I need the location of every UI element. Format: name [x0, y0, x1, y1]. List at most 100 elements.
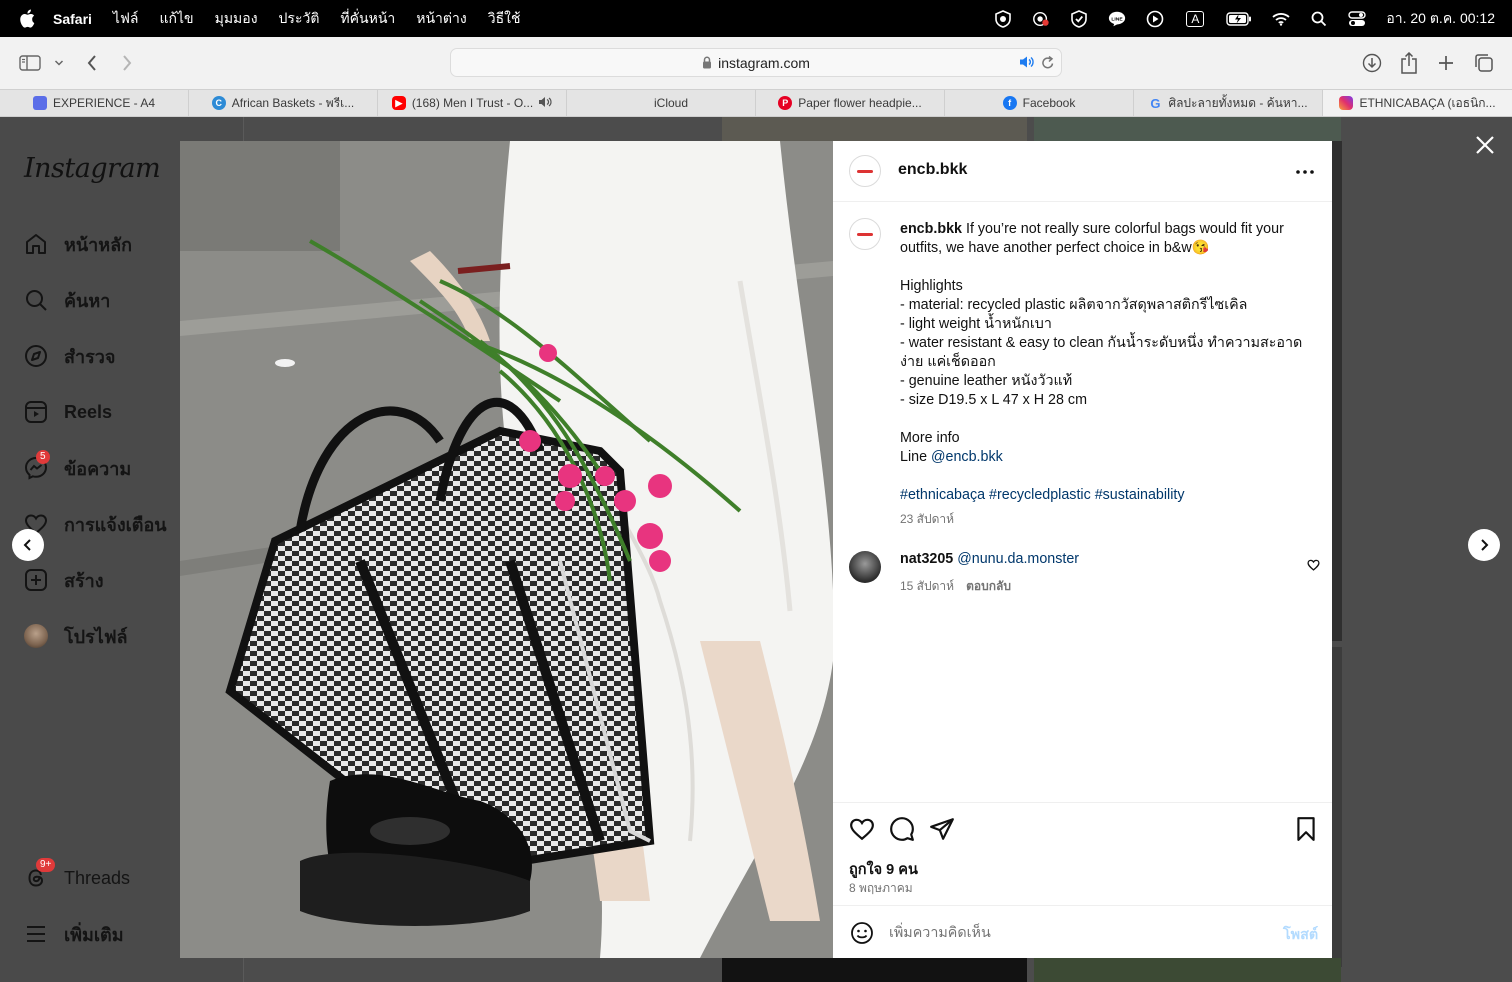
plus-square-icon [24, 568, 48, 592]
apple-menu-icon[interactable] [19, 9, 37, 28]
downloads-icon[interactable] [1360, 51, 1384, 75]
address-bar[interactable]: instagram.com [450, 48, 1062, 77]
menu-view[interactable]: มุมมอง [215, 8, 258, 30]
feed-thumbnail [1034, 958, 1341, 982]
caption-timestamp[interactable]: 23 สัปดาห์ [900, 510, 954, 529]
c-icon: C [211, 96, 226, 110]
menu-window[interactable]: หน้าต่าง [416, 8, 466, 30]
close-icon[interactable] [1473, 133, 1497, 157]
url-text: instagram.com [718, 54, 810, 71]
post-date[interactable]: 8 พฤษภาคม [849, 879, 913, 898]
control-center-icon[interactable] [1348, 10, 1367, 28]
sidebar-item-label: การแจ้งเตือน [64, 514, 167, 535]
tab-google[interactable]: G ศิลปะลายทั้งหมด - ค้นหา... [1134, 90, 1323, 116]
comment-like-icon[interactable] [1306, 558, 1320, 572]
sidebar-item-label: หน้าหลัก [64, 234, 133, 255]
battery-icon[interactable] [1226, 10, 1252, 28]
apple-icon [634, 96, 648, 110]
chevron-down-icon[interactable] [47, 51, 71, 75]
likes-count[interactable]: ถูกใจ 9 คน [849, 858, 918, 881]
threads-icon: 9+ [24, 858, 56, 890]
emoji-icon[interactable] [849, 920, 875, 946]
comment-input[interactable] [889, 920, 1269, 946]
instagram-logo[interactable]: Instagram [24, 153, 161, 184]
bookmark-icon[interactable] [1293, 816, 1319, 842]
sidebar-item-explore[interactable]: สำรวจ [24, 341, 115, 371]
play-circle-icon[interactable] [1146, 10, 1164, 28]
input-source-icon[interactable]: A [1184, 10, 1206, 28]
commenter-avatar[interactable] [849, 551, 881, 583]
menu-icon [24, 922, 48, 946]
share-post-icon[interactable] [929, 816, 955, 842]
sidebar-item-label: Reels [64, 401, 113, 422]
menu-file[interactable]: ไฟล์ [113, 8, 139, 30]
line-icon[interactable]: LINE [1108, 10, 1126, 28]
check-shield-icon[interactable] [1070, 9, 1088, 28]
caption-line: If you’re not really sure colorful bags … [965, 221, 1284, 237]
menu-bookmarks[interactable]: ที่คั่นหน้า [340, 8, 395, 30]
line-handle-link[interactable]: @encb.bkk [931, 449, 1003, 465]
sidebar-toggle-icon[interactable] [18, 51, 42, 75]
sidebar-item-more[interactable]: เพิ่มเติม [24, 919, 124, 949]
menu-history[interactable]: ประวัติ [279, 8, 320, 30]
feed-thumbnail [1034, 117, 1341, 141]
commenter-username[interactable]: nat3205 [900, 551, 953, 567]
comment-icon[interactable] [889, 816, 915, 842]
sidebar-item-notifications[interactable]: การแจ้งเตือน [24, 509, 167, 539]
author-avatar[interactable] [849, 155, 881, 187]
tab-speaker-icon[interactable] [538, 96, 552, 111]
sidebar-item-home[interactable]: หน้าหลัก [24, 229, 132, 259]
comment-timestamp[interactable]: 15 สัปดาห์ [900, 577, 954, 596]
sidebar-item-profile[interactable]: โปรไฟล์ [24, 621, 128, 651]
speaker-icon[interactable] [1019, 55, 1035, 72]
like-icon[interactable] [849, 816, 875, 842]
youtube-icon: ▶ [391, 96, 406, 110]
post-actions: ถูกใจ 9 คน 8 พฤษภาคม [833, 802, 1332, 905]
author-username[interactable]: encb.bkk [898, 161, 967, 179]
menu-safari[interactable]: Safari [53, 11, 92, 27]
menubar-clock[interactable]: อา. 20 ต.ค. 00:12 [1386, 8, 1495, 30]
tab-pinterest[interactable]: P Paper flower headpie... [756, 90, 945, 116]
tab-overview-icon[interactable] [1472, 51, 1496, 75]
wifi-icon[interactable] [1272, 10, 1290, 28]
spotlight-search-icon[interactable] [1310, 10, 1328, 28]
post-photo[interactable] [180, 141, 833, 958]
comments-section[interactable]: encb.bkk If you’re not really sure color… [833, 202, 1332, 802]
caption-line: - size D19.5 x L 47 x H 28 cm [900, 392, 1087, 408]
caption-username[interactable]: encb.bkk [900, 221, 962, 237]
new-tab-icon[interactable] [1434, 51, 1458, 75]
shield-icon[interactable] [994, 9, 1012, 28]
tab-icloud[interactable]: iCloud [567, 90, 756, 116]
record-icon[interactable] [1032, 10, 1050, 28]
previous-post-button[interactable] [12, 529, 44, 561]
more-options-icon[interactable] [1293, 160, 1317, 184]
share-icon[interactable] [1397, 51, 1421, 75]
next-post-button[interactable] [1468, 529, 1500, 561]
reply-button[interactable]: ตอบกลับ [966, 577, 1011, 596]
tab-youtube[interactable]: ▶ (168) Men I Trust - O... [378, 90, 567, 116]
tab-title: EXPERIENCE - A4 [52, 96, 156, 110]
forward-icon[interactable] [115, 51, 139, 75]
tab-title: iCloud [653, 96, 689, 110]
post-comment-button[interactable]: โพสต์ [1283, 924, 1318, 946]
sidebar-item-label: โปรไฟล์ [64, 626, 128, 647]
caption-author-avatar[interactable] [849, 218, 881, 250]
sidebar-item-reels[interactable]: Reels [24, 397, 112, 427]
sidebar-item-create[interactable]: สร้าง [24, 565, 104, 595]
profile-avatar [24, 624, 48, 648]
comment-mention-link[interactable]: @nunu.da.monster [957, 551, 1079, 567]
hashtags-link[interactable]: #ethnicabaça #recycledplastic #sustainab… [900, 486, 1310, 505]
sidebar-item-messages[interactable]: 5 ข้อความ [24, 450, 131, 483]
tab-instagram-active[interactable]: ETHNICABAÇA (เอธนิก... [1323, 90, 1512, 116]
sidebar-item-search[interactable]: ค้นหา [24, 285, 110, 315]
tab-african-baskets[interactable]: C African Baskets - พรีเ... [189, 90, 378, 116]
back-icon[interactable] [80, 51, 104, 75]
menu-help[interactable]: วิธีใช้ [488, 8, 521, 30]
tab-facebook[interactable]: f Facebook [945, 90, 1134, 116]
reload-icon[interactable] [1041, 55, 1055, 73]
search-icon [24, 288, 48, 312]
menu-edit[interactable]: แก้ไข [159, 8, 193, 30]
threads-badge: 9+ [36, 858, 56, 872]
tab-experience[interactable]: EXPERIENCE - A4 [0, 90, 189, 116]
sidebar-item-threads[interactable]: 9+ Threads [24, 858, 130, 893]
